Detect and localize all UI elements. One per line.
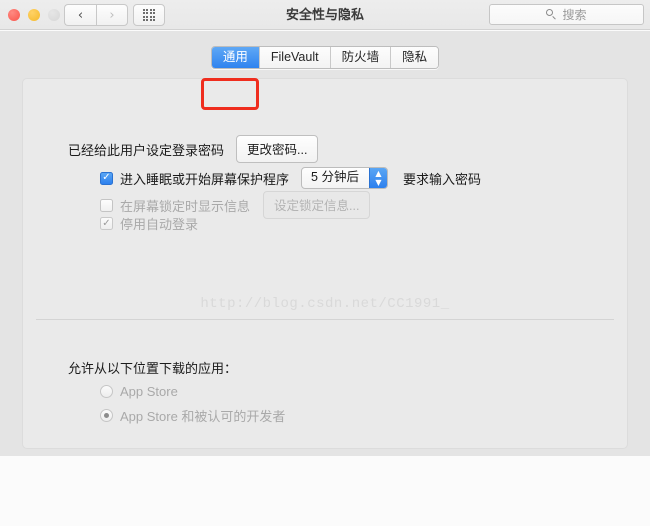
login-password-label: 已经给此用户设定登录密码 [68,142,225,158]
window-toolbar: ‹ › 安全性与隐私 搜索 [0,0,650,30]
show-all-button[interactable] [133,4,165,26]
close-window-button[interactable] [8,9,20,21]
preferences-body: 通用 FileVault 防火墙 隐私 已经给此用户设定登录密码 更改密码...… [0,31,650,456]
navigation-buttons: ‹ › [64,4,128,26]
forward-button: › [96,4,128,26]
screen-lock-message-label: 在屏幕锁定时显示信息 [120,198,251,214]
screen-lock-message-checkbox [100,198,113,212]
search-field[interactable]: 搜索 [489,4,644,25]
traffic-lights [8,9,60,21]
require-password-row: 进入睡眠或开始屏幕保护程序 5 分钟后 ▲▼ 要求输入密码 [100,167,481,189]
minimize-window-button[interactable] [28,9,40,21]
login-password-row: 已经给此用户设定登录密码 更改密码... [68,135,319,163]
download-source-option-appstore: App Store [100,384,178,399]
password-delay-value: 5 分钟后 [311,170,359,184]
lock-strip: 高级... ? 点按锁按钮以进行更改。 点 [0,456,650,526]
preferences-window: ‹ › 安全性与隐私 搜索 通用 FileVault 防火墙 隐私 已经给此用户… [0,0,650,526]
appstore-identified-label: App Store 和被认可的开发者 [120,409,286,424]
download-sources-label: 允许从以下位置下载的应用： [68,361,238,376]
tab-privacy[interactable]: 隐私 [391,47,439,68]
blog-url-watermark: http://blog.csdn.net/CC1991_ [200,296,450,312]
tab-firewall[interactable]: 防火墙 [330,47,392,68]
password-delay-popup[interactable]: 5 分钟后 ▲ ▼ [301,167,388,189]
disable-auto-login-label: 停用自动登录 [120,217,199,232]
back-button[interactable]: ‹ [64,4,96,26]
appstore-radio [100,385,113,398]
disable-auto-login-row: 停用自动登录 [100,214,198,233]
grid-dots-icon [142,8,156,22]
tab-bar: 通用 FileVault 防火墙 隐私 [0,46,650,69]
chevron-left-icon: ‹ [77,7,84,23]
chevron-right-icon: › [109,7,115,23]
disable-auto-login-checkbox [100,217,113,230]
appstore-label: App Store [120,384,178,399]
download-source-option-appstore-identified: App Store 和被认可的开发者 [100,406,285,425]
download-sources-title: 允许从以下位置下载的应用： [68,358,237,377]
change-password-button[interactable]: 更改密码... [236,135,319,163]
require-password-checkbox[interactable] [100,171,113,185]
appstore-identified-radio [100,409,113,422]
section-divider [36,319,614,320]
stepper-arrows-icon[interactable]: ▲ ▼ [368,168,387,188]
tab-filevault[interactable]: FileVault [259,47,331,68]
search-placeholder: 搜索 [562,8,587,22]
zoom-window-button [48,9,60,21]
require-password-trailing-label: 要求输入密码 [402,171,481,187]
search-icon [546,9,557,20]
require-password-label: 进入睡眠或开始屏幕保护程序 [120,171,290,187]
set-lock-message-button: 设定锁定信息... [263,191,371,219]
tab-general[interactable]: 通用 [211,47,260,68]
